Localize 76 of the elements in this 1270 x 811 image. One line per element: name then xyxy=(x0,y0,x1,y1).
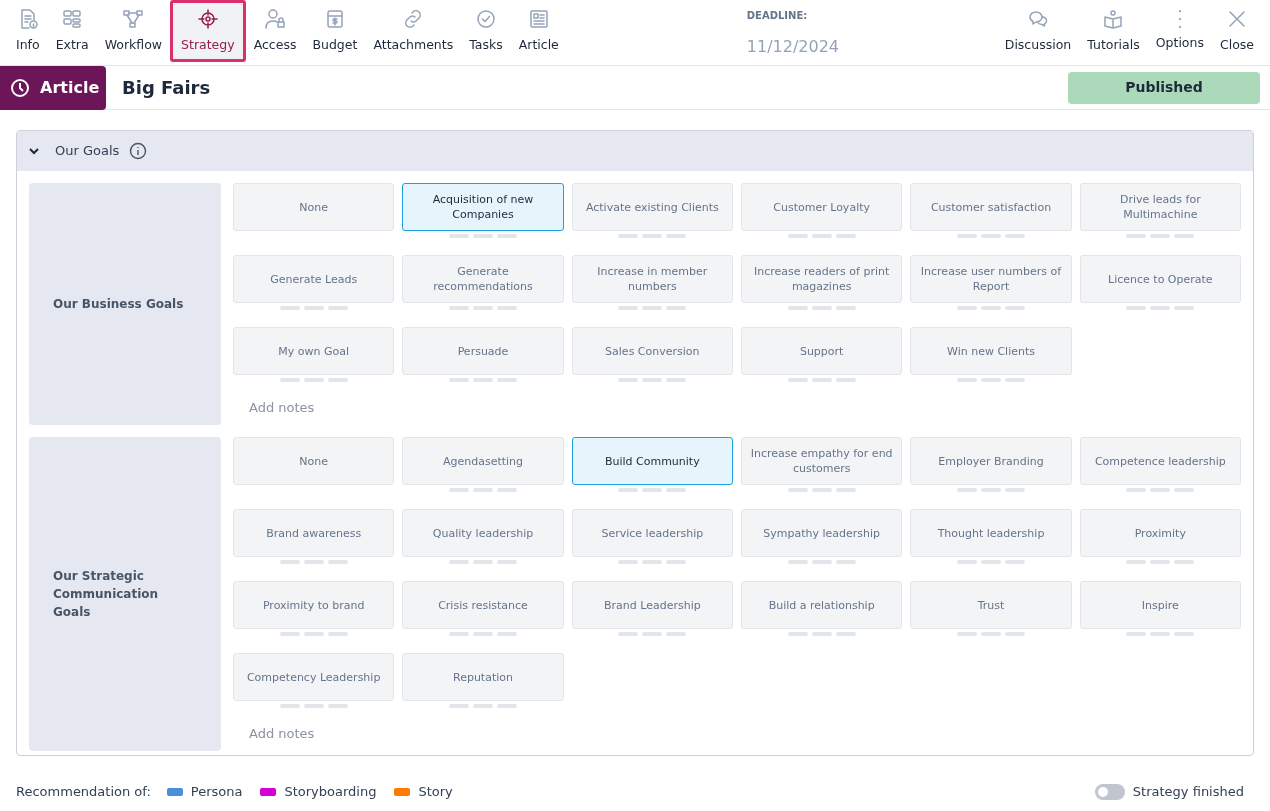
group-label: Our Business Goals xyxy=(29,183,221,425)
target-icon xyxy=(196,7,219,30)
goal-tile[interactable]: Inspire xyxy=(1079,581,1241,629)
goal-tile[interactable]: Support xyxy=(741,327,903,375)
goal-tile[interactable]: None xyxy=(233,183,395,231)
goal-tile[interactable]: Quality leadership xyxy=(402,509,564,557)
workflow-icon xyxy=(122,7,145,30)
goal-tile[interactable]: Reputation xyxy=(402,653,564,701)
goal-tile[interactable]: Thought leadership xyxy=(910,509,1072,557)
toolbar-tab[interactable]: Tasks xyxy=(461,0,511,62)
goal-tile[interactable]: My own Goal xyxy=(233,327,395,375)
legend-label: Recommendation of: xyxy=(16,783,151,802)
group-label: Our Strategic Communication Goals xyxy=(29,437,221,751)
goal-tile[interactable]: Brand Leadership xyxy=(571,581,733,629)
deadline-date: 11/12/2024 xyxy=(746,36,840,58)
more-icon xyxy=(1177,9,1182,28)
check-circle-icon xyxy=(474,7,497,30)
newspaper-icon xyxy=(527,7,550,30)
goal-tile[interactable]: Customer satisfaction xyxy=(910,183,1072,231)
goal-tile[interactable]: Proximity xyxy=(1079,509,1241,557)
toggle-switch[interactable] xyxy=(1094,784,1125,800)
notes-field[interactable]: Add notes xyxy=(233,389,1241,425)
status-button[interactable]: Published xyxy=(1068,71,1260,104)
toolbar-tab[interactable]: Strategy xyxy=(170,0,246,62)
toolbar-tab[interactable]: Access xyxy=(245,0,305,62)
legend-label: Persona xyxy=(190,783,243,802)
goal-tile[interactable]: Agendasetting xyxy=(402,437,564,485)
toggle-label: Strategy finished xyxy=(1132,783,1244,802)
goal-tile[interactable]: Employer Branding xyxy=(910,437,1072,485)
goal-tile[interactable]: Acquisition of new Companies xyxy=(402,183,564,231)
toolbar-tab[interactable]: Info xyxy=(8,0,48,62)
book-icon xyxy=(1102,7,1125,30)
goal-tile[interactable]: Persuade xyxy=(402,327,564,375)
goal-tile[interactable]: Generate Leads xyxy=(233,255,395,303)
goal-tile[interactable]: Drive leads for Multimachine xyxy=(1079,183,1241,231)
goal-tile[interactable]: Licence to Operate xyxy=(1079,255,1241,303)
toolbar-tab[interactable]: Attachments xyxy=(365,0,462,62)
deadline-label: DEADLINE: xyxy=(746,9,808,23)
toolbar-button[interactable]: Tutorials xyxy=(1079,0,1148,62)
panel-title: Our Goals xyxy=(55,142,120,161)
toolbar-tab[interactable]: Extra xyxy=(47,0,97,62)
goal-tile[interactable]: Generate recommendations xyxy=(402,255,564,303)
notes-field[interactable]: Add notes xyxy=(233,715,1241,751)
goal-tile[interactable]: Customer Loyalty xyxy=(741,183,903,231)
goal-tile[interactable]: Competency Leadership xyxy=(233,653,395,701)
goal-tile[interactable]: Competence leadership xyxy=(1079,437,1241,485)
goal-tile[interactable]: Activate existing Clients xyxy=(571,183,733,231)
goal-tile[interactable]: Build a relationship xyxy=(741,581,903,629)
goal-tile[interactable]: Increase readers of print magazines xyxy=(741,255,903,303)
info-icon[interactable] xyxy=(129,142,148,160)
toolbar-tab[interactable]: Budget xyxy=(304,0,366,62)
page-title: Big Fairs xyxy=(122,76,211,100)
goal-tile[interactable]: Sales Conversion xyxy=(571,327,733,375)
article-badge: Article xyxy=(0,65,106,110)
toolbar-button[interactable]: Discussion xyxy=(996,0,1080,62)
toolbar-button[interactable]: Close xyxy=(1211,0,1262,62)
legend-label: Story xyxy=(418,783,453,802)
goal-tile[interactable]: Brand awareness xyxy=(233,509,395,557)
legend-label: Storyboarding xyxy=(284,783,377,802)
toolbar-button[interactable]: Options xyxy=(1147,0,1212,62)
goal-tile[interactable]: Sympathy leadership xyxy=(741,509,903,557)
grid-icon xyxy=(61,7,84,30)
goal-tile[interactable]: Proximity to brand xyxy=(233,581,395,629)
toolbar-tab[interactable]: Article xyxy=(510,0,567,62)
goal-tile[interactable]: Increase empathy for end customers xyxy=(741,437,903,485)
goal-tile[interactable]: Win new Clients xyxy=(910,327,1072,375)
goal-tile[interactable]: Crisis resistance xyxy=(402,581,564,629)
clock-icon xyxy=(10,77,30,98)
user-lock-icon xyxy=(264,7,287,30)
toolbar-tab[interactable]: Workflow xyxy=(96,0,171,62)
goal-tile[interactable]: None xyxy=(233,437,395,485)
goal-tile[interactable]: Increase user numbers of Report xyxy=(910,255,1072,303)
goal-tile[interactable]: Build Community xyxy=(571,437,733,485)
goal-tile[interactable]: Trust xyxy=(910,581,1072,629)
goal-tile[interactable]: Increase in member numbers xyxy=(571,255,733,303)
goal-tile[interactable]: Service leadership xyxy=(571,509,733,557)
